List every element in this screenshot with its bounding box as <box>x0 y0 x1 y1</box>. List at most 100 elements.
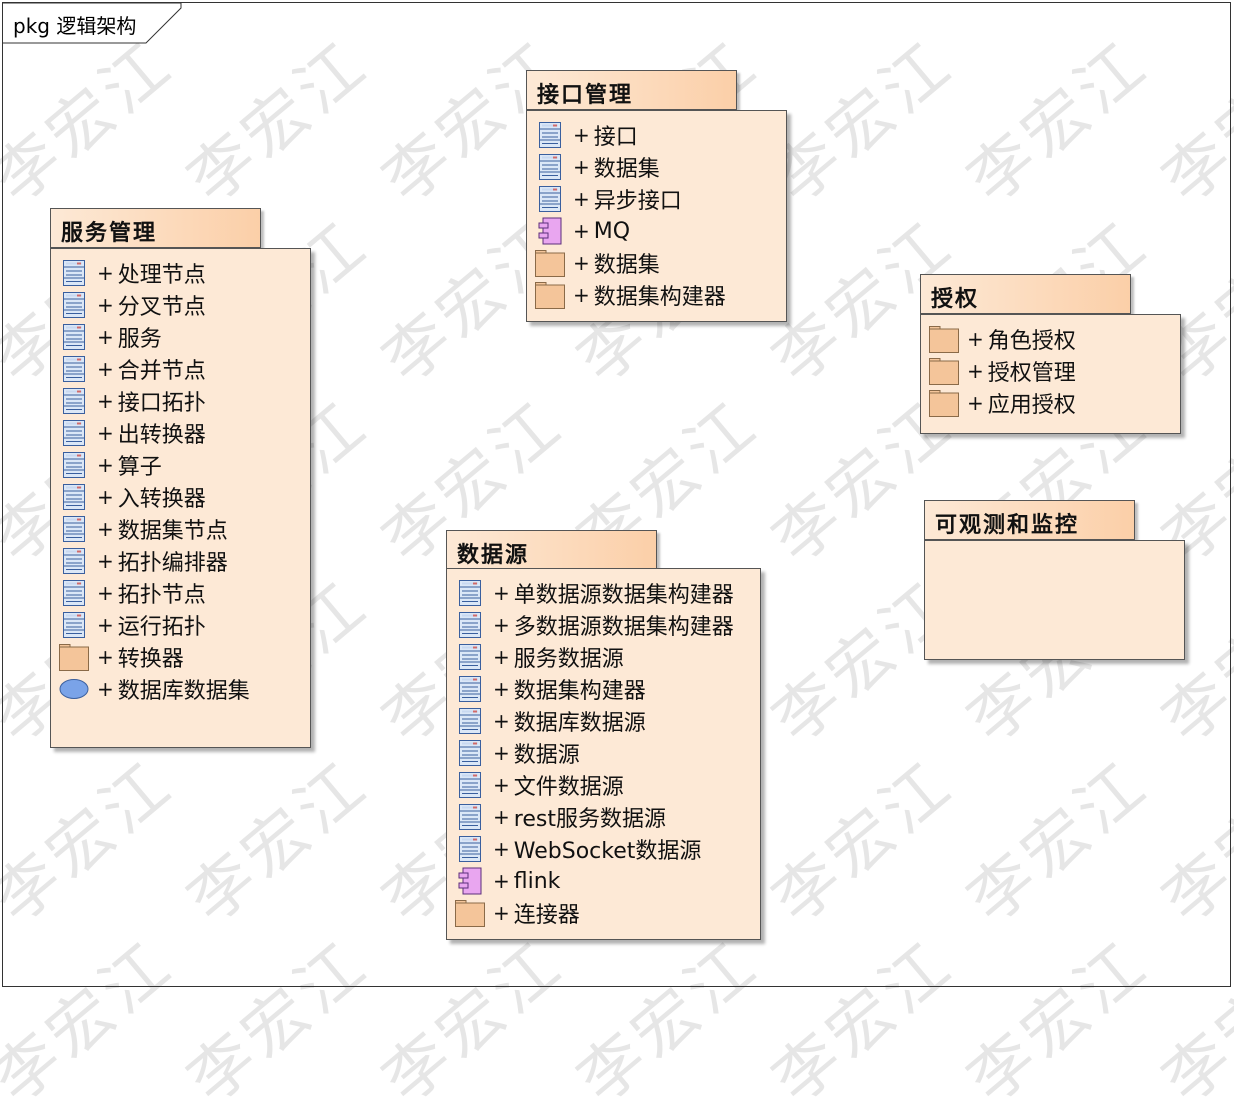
package-item[interactable]: + 入转换器 <box>51 481 310 513</box>
class-icon <box>57 323 91 351</box>
package-item-label: 服务 <box>117 327 162 352</box>
package-item-label: 运行拓扑 <box>117 615 206 640</box>
visibility-public-marker: + <box>493 837 510 861</box>
package-item-label: flink <box>513 868 561 894</box>
visibility-public-marker: + <box>97 325 114 349</box>
visibility-public-marker: + <box>97 581 114 605</box>
class-icon <box>453 835 487 863</box>
class-icon <box>533 121 567 149</box>
visibility-public-marker: + <box>573 123 590 147</box>
package-item-label: 数据集构建器 <box>593 285 726 310</box>
package-item[interactable]: + 数据库数据源 <box>447 705 760 737</box>
package-tab[interactable]: 服务管理 <box>50 208 261 248</box>
package-item-label: 服务数据源 <box>513 647 624 672</box>
package-item[interactable]: + flink <box>447 865 760 897</box>
package-item-label: 数据源 <box>513 743 580 768</box>
package-item-label: 角色授权 <box>987 329 1076 354</box>
class-icon <box>453 771 487 799</box>
package-item[interactable]: + 文件数据源 <box>447 769 760 801</box>
package-item-label: 文件数据源 <box>513 775 624 800</box>
visibility-public-marker: + <box>493 709 510 733</box>
visibility-public-marker: + <box>493 613 510 637</box>
visibility-public-marker: + <box>97 613 114 637</box>
package-item-label: 连接器 <box>513 903 580 928</box>
visibility-public-marker: + <box>493 581 510 605</box>
package-item[interactable]: + 合并节点 <box>51 353 310 385</box>
component-icon <box>533 217 567 245</box>
package-items: + 角色授权 + 授权管理 + 应用授权 <box>921 315 1180 419</box>
package-item[interactable]: + 数据集构建器 <box>447 673 760 705</box>
package-item-label: 数据集构建器 <box>513 679 646 704</box>
package-item-label: 多数据源数据集构建器 <box>513 615 734 640</box>
package-item-label: 单数据源数据集构建器 <box>513 583 734 608</box>
visibility-public-marker: + <box>97 517 114 541</box>
package-item[interactable]: + 拓扑编排器 <box>51 545 310 577</box>
visibility-public-marker: + <box>573 283 590 307</box>
visibility-public-marker: + <box>493 741 510 765</box>
package-item[interactable]: + 算子 <box>51 449 310 481</box>
package-icon <box>57 643 91 671</box>
package-item[interactable]: + MQ <box>527 215 786 247</box>
package-item[interactable]: + 处理节点 <box>51 257 310 289</box>
class-icon <box>453 707 487 735</box>
class-icon <box>57 419 91 447</box>
package-item[interactable]: + 授权管理 <box>921 355 1180 387</box>
package-item-label: 接口 <box>593 125 638 150</box>
package-item[interactable]: + 数据集 <box>527 151 786 183</box>
package-icon <box>533 249 567 277</box>
package-item[interactable]: + 分叉节点 <box>51 289 310 321</box>
visibility-public-marker: + <box>573 219 590 243</box>
package-body: + 单数据源数据集构建器 + 多数据源数据集构建器 + 服务数据源 + 数据集构建器 + 数据库数… <box>446 568 761 940</box>
visibility-public-marker: + <box>493 869 510 893</box>
class-icon <box>57 547 91 575</box>
package-item-label: 数据集 <box>593 157 660 182</box>
package-item[interactable]: + 数据集构建器 <box>527 279 786 311</box>
package-tab[interactable]: 可观测和监控 <box>924 500 1135 540</box>
package-item[interactable]: + 拓扑节点 <box>51 577 310 609</box>
class-icon <box>57 483 91 511</box>
class-icon <box>533 185 567 213</box>
package-item-label: 转换器 <box>117 647 184 672</box>
package-item-label: 授权管理 <box>987 361 1076 386</box>
package-item-label: 应用授权 <box>987 393 1076 418</box>
package-item[interactable]: + rest服务数据源 <box>447 801 760 833</box>
package-body: + 角色授权 + 授权管理 + 应用授权 <box>920 314 1181 434</box>
package-item[interactable]: + WebSocket数据源 <box>447 833 760 865</box>
package-item[interactable]: + 接口 <box>527 119 786 151</box>
package-item[interactable]: + 数据集节点 <box>51 513 310 545</box>
package-item[interactable]: + 多数据源数据集构建器 <box>447 609 760 641</box>
package-items: + 处理节点 + 分叉节点 + 服务 + 合并节点 + 接口拓扑 + 出转换器 + 算子 + 入转换器 + 数据集… <box>51 249 310 705</box>
package-item[interactable]: + 接口拓扑 <box>51 385 310 417</box>
package-tab[interactable]: 接口管理 <box>526 70 737 110</box>
package-item[interactable]: + 数据集 <box>527 247 786 279</box>
package-item[interactable]: + 异步接口 <box>527 183 786 215</box>
visibility-public-marker: + <box>97 389 114 413</box>
package-item-label: 算子 <box>117 455 162 480</box>
package-item-label: 拓扑编排器 <box>117 551 228 576</box>
class-icon <box>453 611 487 639</box>
visibility-public-marker: + <box>967 327 984 351</box>
class-icon <box>57 291 91 319</box>
package-item[interactable]: + 数据源 <box>447 737 760 769</box>
package-item[interactable]: + 转换器 <box>51 641 310 673</box>
class-icon <box>57 579 91 607</box>
package-item[interactable]: + 出转换器 <box>51 417 310 449</box>
class-icon <box>453 675 487 703</box>
package-item[interactable]: + 应用授权 <box>921 387 1180 419</box>
package-item[interactable]: + 服务 <box>51 321 310 353</box>
package-tab[interactable]: 授权 <box>920 274 1131 314</box>
package-item-label: 合并节点 <box>117 359 206 384</box>
package-item[interactable]: + 数据库数据集 <box>51 673 310 705</box>
package-tab[interactable]: 数据源 <box>446 530 657 570</box>
package-item[interactable]: + 运行拓扑 <box>51 609 310 641</box>
package-item-label: rest服务数据源 <box>513 807 666 832</box>
visibility-public-marker: + <box>97 549 114 573</box>
visibility-public-marker: + <box>97 453 114 477</box>
package-item[interactable]: + 连接器 <box>447 897 760 929</box>
package-item[interactable]: + 服务数据源 <box>447 641 760 673</box>
package-item-label: 入转换器 <box>117 487 206 512</box>
visibility-public-marker: + <box>967 359 984 383</box>
visibility-public-marker: + <box>97 421 114 445</box>
package-item[interactable]: + 单数据源数据集构建器 <box>447 577 760 609</box>
package-item[interactable]: + 角色授权 <box>921 323 1180 355</box>
